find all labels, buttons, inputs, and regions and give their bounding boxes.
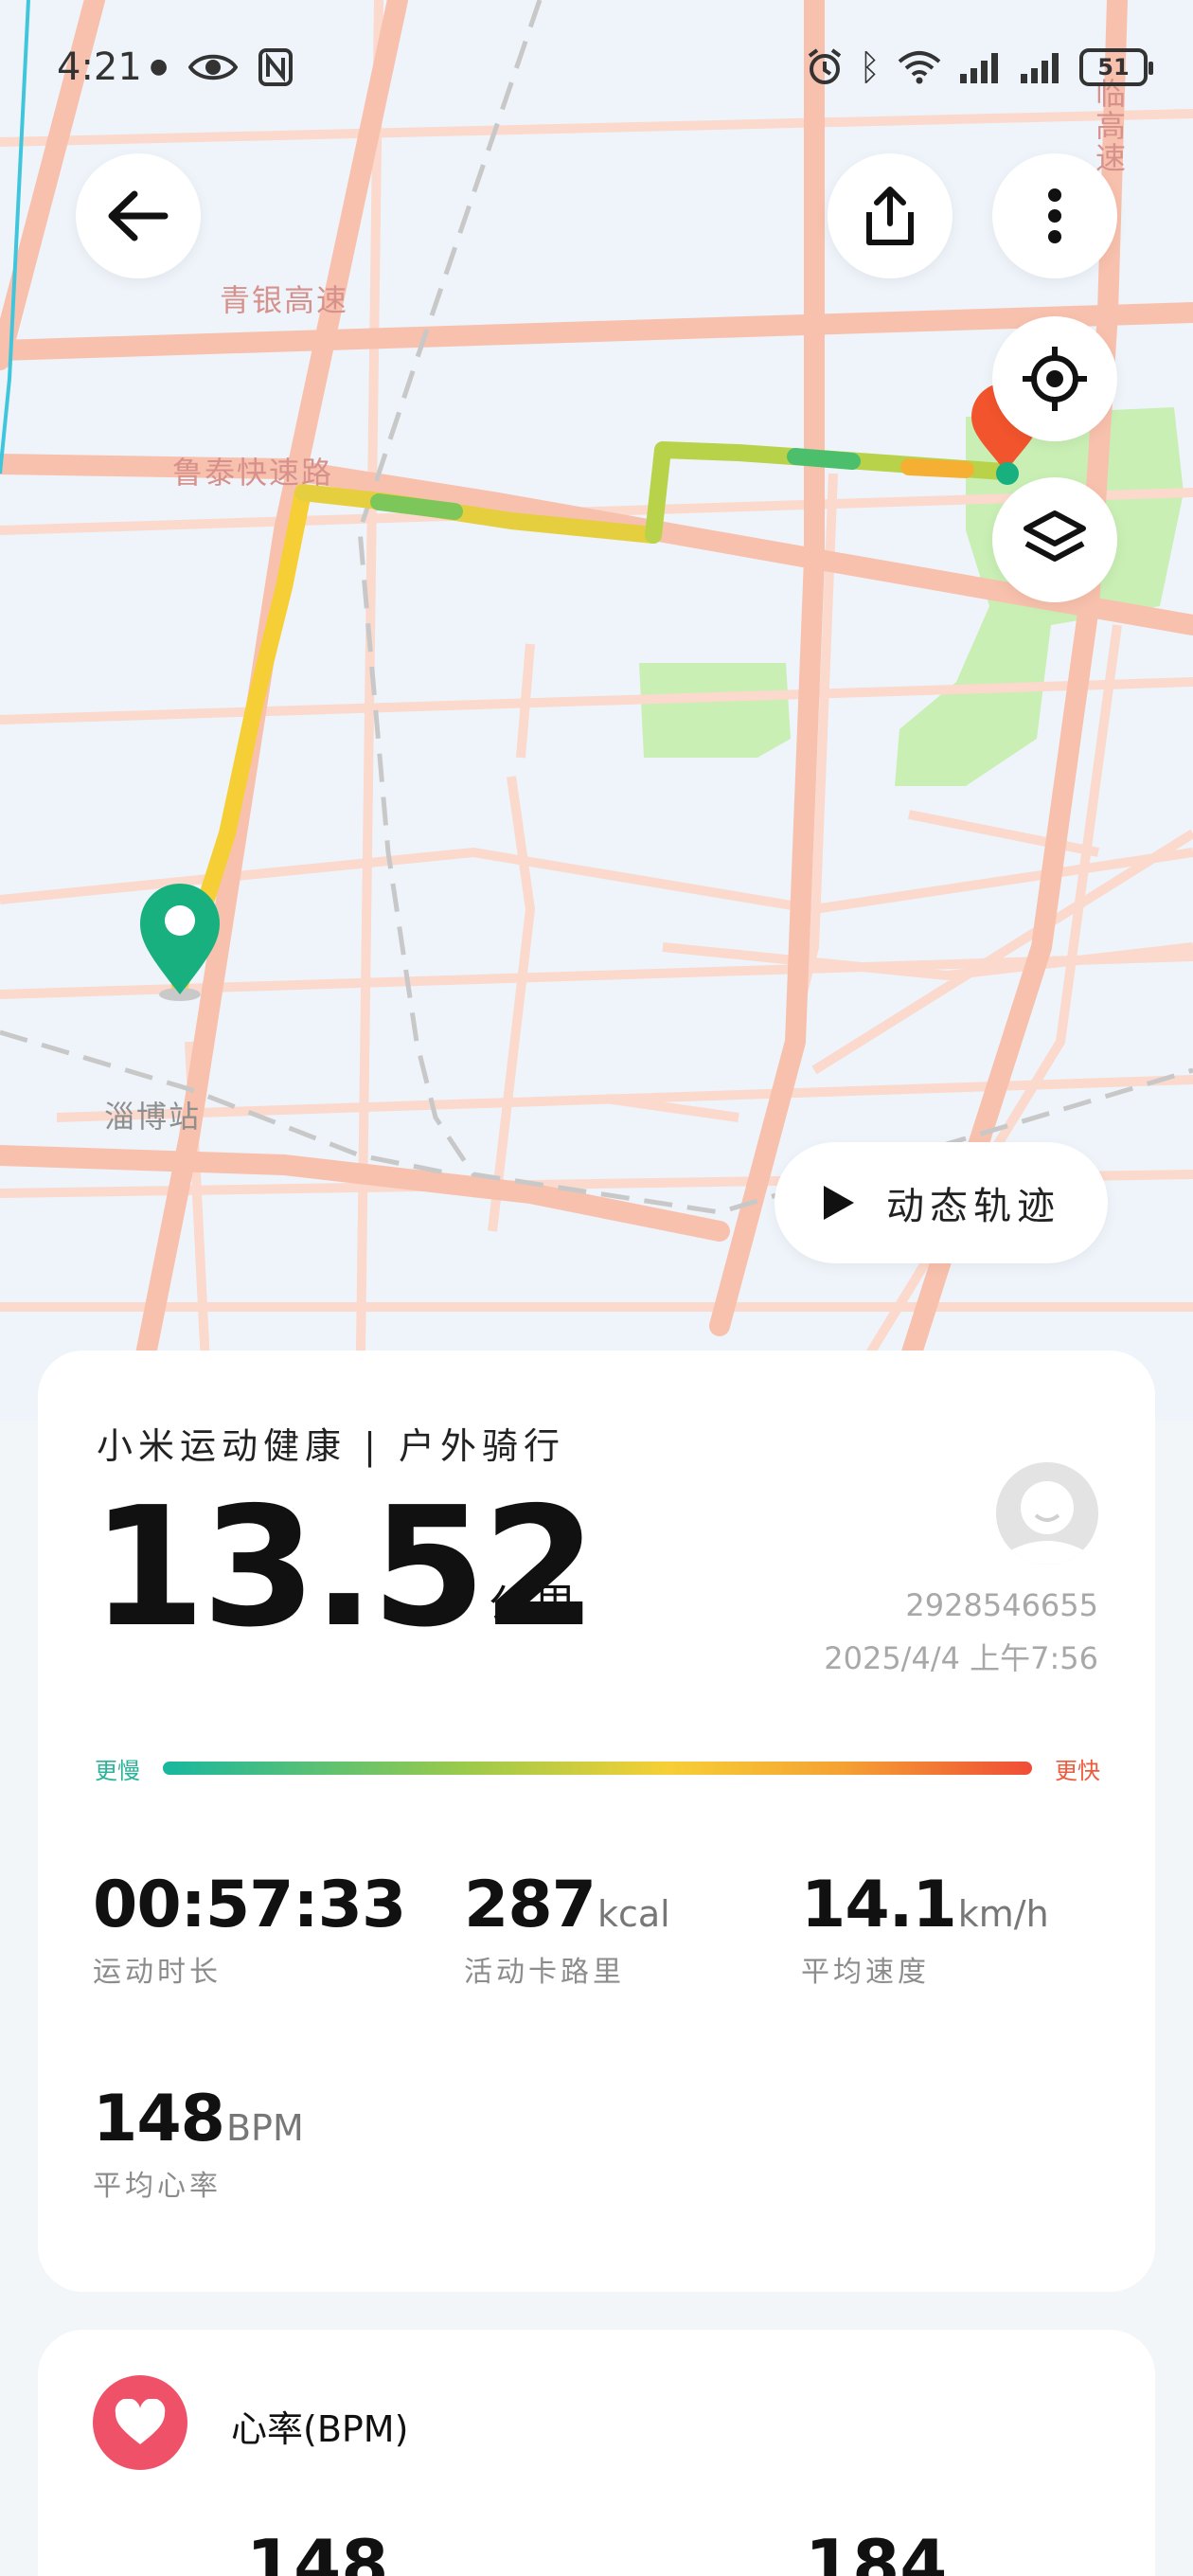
more-vertical-icon: [1048, 188, 1061, 243]
scale-slow-label: 更慢: [95, 1758, 140, 1784]
more-button[interactable]: [992, 153, 1117, 278]
signal-icon: [960, 53, 998, 83]
qq-icon: ●: [150, 55, 169, 79]
speed-gradient-bar: [163, 1762, 1032, 1775]
park-area: [639, 663, 791, 758]
scale-fast-label: 更快: [1055, 1758, 1100, 1784]
share-button[interactable]: [828, 153, 953, 278]
back-button[interactable]: [76, 153, 201, 278]
battery-icon: 51: [1079, 48, 1153, 86]
distance-unit: 公里: [489, 1581, 579, 1629]
eye-icon: [188, 54, 239, 80]
metric-value: 00:57:33: [93, 1868, 406, 1942]
alarm-icon: [808, 48, 842, 84]
heart-icon: [115, 2399, 166, 2444]
metric-label: 运动时长: [93, 1956, 222, 1989]
bluetooth-icon: ᛒ: [859, 46, 881, 88]
metric-unit: BPM: [225, 2107, 304, 2149]
metric-avg-speed: 14.1km/h 平均速度: [801, 1868, 1049, 1990]
dynamic-track-button[interactable]: 动态轨迹: [775, 1142, 1108, 1263]
record-time: 2025/4/4 上午7:56: [824, 1640, 1098, 1676]
metric-calories: 287kcal 活动卡路里: [464, 1868, 670, 1990]
status-bar: 4:21 ● ᛒ 51: [0, 0, 1193, 133]
layers-icon: [1024, 510, 1086, 562]
nfc-icon: [258, 48, 294, 86]
wifi-icon: [898, 51, 941, 84]
heart-rate-avg-value: 148: [246, 2525, 389, 2576]
metric-value: 148: [93, 2082, 225, 2156]
metric-unit: km/h: [957, 1893, 1049, 1935]
signal-icon-2: [1021, 53, 1059, 83]
share-icon: [866, 187, 914, 245]
heart-icon-badge: [93, 2375, 187, 2470]
avatar[interactable]: [996, 1462, 1098, 1565]
metric-value: 14.1: [801, 1868, 957, 1942]
speed-color-scale: 更慢 更快: [95, 1748, 1100, 1786]
metric-label: 平均心率: [93, 2170, 222, 2203]
heart-rate-max-value: 184: [805, 2525, 948, 2576]
distance-value: 13.52: [91, 1472, 596, 1664]
metric-unit: kcal: [596, 1893, 670, 1935]
station-label: 淄博站: [104, 1099, 202, 1135]
road-label-lutai: 鲁泰快速路: [172, 455, 334, 491]
metric-label: 活动卡路里: [464, 1956, 625, 1989]
metric-duration: 00:57:33 运动时长: [93, 1868, 407, 1990]
metric-avg-heart-rate: 148BPM 平均心率: [93, 2082, 304, 2204]
workout-source: 小米运动健康 | 户外骑行: [97, 1425, 565, 1467]
locate-button[interactable]: [992, 316, 1117, 441]
road-label-qingyin: 青银高速: [220, 282, 349, 318]
workout-summary-card: 小米运动健康 | 户外骑行 13.52 公里 2928546655 2025/4…: [38, 1351, 1155, 2292]
play-icon: [824, 1186, 854, 1220]
heart-rate-section[interactable]: 心率(BPM) 148 184: [38, 2330, 1155, 2576]
locate-icon: [1023, 347, 1087, 411]
metric-label: 平均速度: [801, 1956, 930, 1989]
status-time: 4:21: [57, 45, 142, 89]
map-layers-button[interactable]: [992, 477, 1117, 602]
back-arrow-icon: [108, 190, 169, 242]
metric-value: 287: [464, 1868, 596, 1942]
dynamic-track-label: 动态轨迹: [886, 1185, 1060, 1228]
heart-rate-title: 心率(BPM): [231, 2408, 409, 2450]
user-id: 2928546655: [905, 1587, 1098, 1623]
default-avatar-icon: [996, 1462, 1098, 1565]
